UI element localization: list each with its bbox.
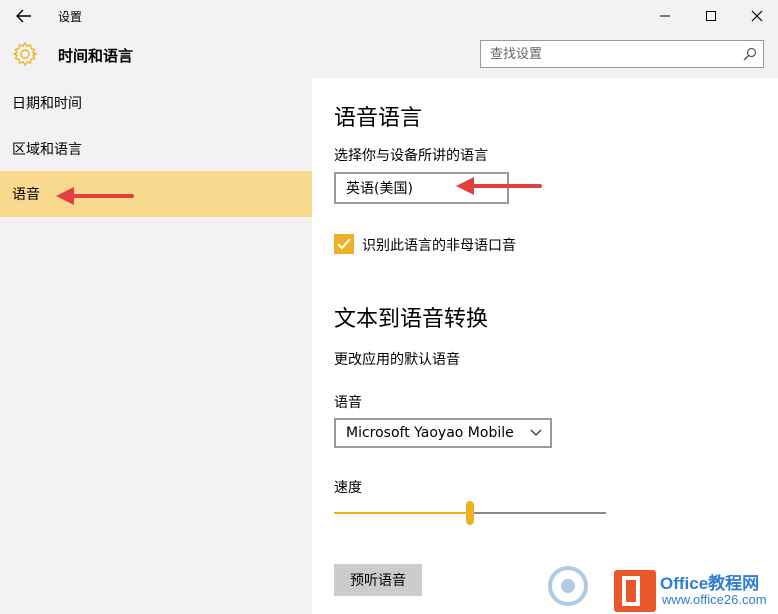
- voice-value: Microsoft Yaoyao Mobile: [346, 425, 514, 441]
- search-box[interactable]: [480, 40, 764, 68]
- speed-slider-rest: [474, 512, 606, 514]
- sidebar-item-label: 语音: [12, 187, 40, 203]
- speed-slider-thumb[interactable]: [466, 501, 474, 525]
- search-icon[interactable]: [743, 47, 757, 61]
- sidebar-item-label: 日期和时间: [12, 96, 82, 112]
- close-icon: [751, 10, 763, 22]
- tts-heading: 文本到语音转换: [334, 307, 489, 332]
- gear-icon: [12, 41, 38, 67]
- sidebar-item-date-time[interactable]: 日期和时间: [0, 80, 312, 126]
- preview-voice-button[interactable]: 预听语音: [334, 564, 422, 596]
- search-input[interactable]: [481, 41, 731, 67]
- speech-language-value: 英语(美国): [346, 181, 413, 197]
- voice-label: 语音: [334, 395, 362, 411]
- annotation-arrow-icon: [456, 177, 542, 195]
- minimize-icon: [660, 15, 670, 17]
- speed-label: 速度: [334, 480, 362, 496]
- maximize-icon: [706, 11, 716, 21]
- speed-slider-fill: [334, 512, 466, 514]
- main-content: 语音语言 选择你与设备所讲的语言 英语(美国) 识别此语言的非母语口音 文本到语…: [312, 78, 778, 614]
- non-native-accent-checkbox[interactable]: [334, 234, 354, 254]
- page-header: 时间和语言: [0, 32, 778, 78]
- window-title: 设置: [58, 10, 83, 24]
- maximize-button[interactable]: [688, 0, 734, 32]
- voice-select[interactable]: Microsoft Yaoyao Mobile: [334, 418, 552, 448]
- watermark-brand: Office教程网: [660, 574, 760, 593]
- speed-slider[interactable]: [334, 501, 606, 525]
- annotation-arrow-icon: [56, 187, 134, 205]
- close-button[interactable]: [734, 0, 778, 32]
- speech-language-heading: 语音语言: [334, 106, 423, 131]
- sidebar-item-region-language[interactable]: 区域和语言: [0, 126, 312, 172]
- checkmark-icon: [337, 238, 351, 250]
- minimize-button[interactable]: [642, 0, 688, 32]
- arrow-left-icon: [16, 9, 31, 23]
- title-bar: 设置: [0, 0, 778, 32]
- sidebar: 日期和时间 区域和语言 语音: [0, 78, 312, 614]
- tts-subtitle: 更改应用的默认语音: [334, 352, 460, 368]
- watermark-url: www.office26.com: [662, 592, 767, 607]
- sidebar-item-speech[interactable]: 语音: [0, 171, 312, 217]
- sidebar-item-label: 区域和语言: [12, 142, 82, 158]
- back-button[interactable]: [8, 4, 40, 28]
- speech-language-prompt: 选择你与设备所讲的语言: [334, 148, 488, 164]
- page-title: 时间和语言: [58, 47, 134, 65]
- non-native-accent-label: 识别此语言的非母语口音: [362, 238, 516, 254]
- chevron-down-icon: [530, 429, 542, 436]
